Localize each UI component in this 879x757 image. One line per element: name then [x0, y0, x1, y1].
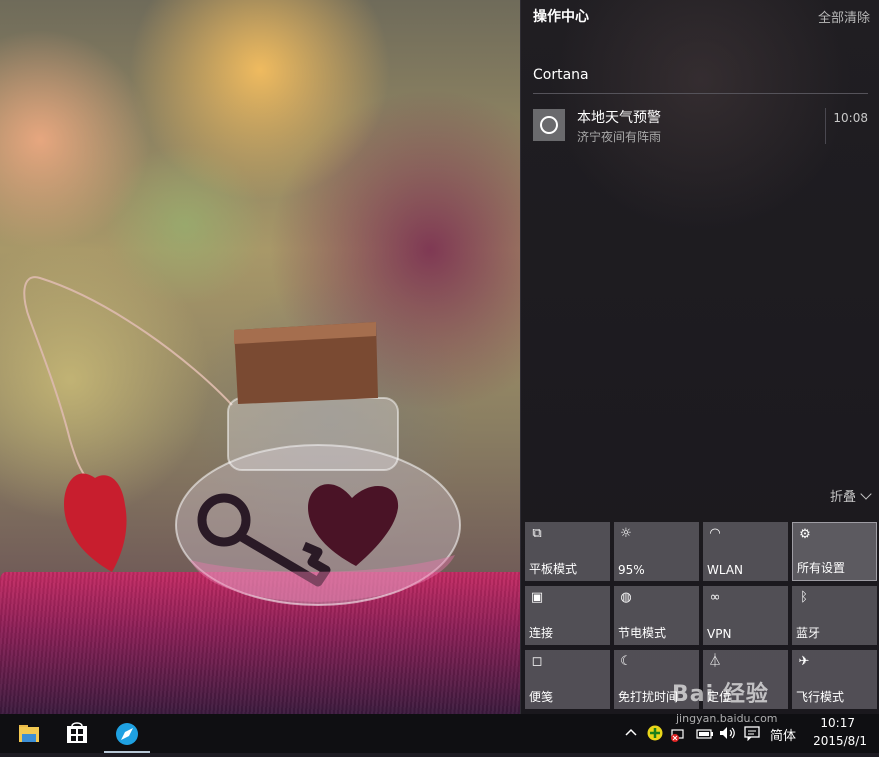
battery-saver-icon: ◍	[620, 590, 632, 605]
quick-action-label: 便笺	[529, 690, 554, 704]
quick-action-label: 连接	[529, 626, 554, 640]
notification-separator	[825, 108, 826, 144]
quick-action-label: 免打扰时间	[618, 690, 679, 704]
chevron-up-icon[interactable]	[624, 726, 638, 736]
file-explorer-icon	[19, 725, 39, 742]
quick-action-tile[interactable]: ✈ 飞行模式	[792, 650, 877, 709]
notification-title: 本地天气预警	[577, 110, 661, 126]
connect-icon: ▣	[530, 590, 544, 605]
airplane-icon: ✈	[798, 654, 810, 669]
quick-action-tile[interactable]: ☼ 95%	[614, 522, 699, 581]
quick-action-tile[interactable]: ☾ 免打扰时间	[614, 650, 699, 709]
quick-action-label: 平板模式	[529, 562, 578, 576]
quick-action-label: 蓝牙	[796, 626, 821, 640]
taskbar: 简体 10:17 2015/8/1	[0, 714, 879, 753]
notification-item[interactable]: 本地天气预警 济宁夜间有阵雨 10:08	[533, 106, 868, 146]
clock-time: 10:17	[820, 716, 855, 730]
notification-group-title[interactable]: Cortana	[533, 67, 589, 83]
action-center-panel: 操作中心 全部清除 Cortana 本地天气预警 济宁夜间有阵雨 10:08 折…	[520, 0, 879, 714]
group-divider	[533, 93, 868, 94]
browser-button[interactable]	[104, 714, 150, 753]
store-icon	[67, 722, 87, 743]
quick-action-tile[interactable]: ◻ 便笺	[525, 650, 610, 709]
wallpaper-jar-scene	[23, 276, 461, 606]
quick-action-tile[interactable]: ◠ WLAN	[703, 522, 788, 581]
ime-language-indicator[interactable]: 简体	[770, 725, 796, 744]
notification-time: 10:08	[833, 111, 868, 125]
volume-icon[interactable]	[719, 726, 737, 743]
quick-action-label: 95%	[618, 563, 645, 577]
bluetooth-icon: ᛒ	[800, 590, 808, 605]
security-plus-icon[interactable]	[647, 725, 663, 744]
quick-action-label: 定位	[707, 690, 732, 704]
quick-action-label: WLAN	[707, 563, 744, 577]
location-icon: ⏃	[708, 654, 722, 669]
quick-action-tile[interactable]: ∞ VPN	[703, 586, 788, 645]
network-error-icon[interactable]	[670, 726, 686, 745]
file-explorer-button[interactable]	[6, 714, 52, 753]
action-center-header: 操作中心 全部清除	[533, 6, 870, 26]
desktop-wallpaper	[0, 0, 520, 714]
collapse-button[interactable]: 折叠	[829, 486, 872, 505]
quick-action-label: 飞行模式	[796, 690, 845, 704]
gear-icon: ⚙	[799, 527, 811, 542]
quick-action-label: 节电模式	[618, 626, 667, 640]
quick-action-label: 所有设置	[797, 561, 846, 575]
notification-body: 济宁夜间有阵雨	[577, 130, 662, 144]
quick-action-tile[interactable]: ⏃ 定位	[703, 650, 788, 709]
quick-action-tile[interactable]: ▣ 连接	[525, 586, 610, 645]
clock-date: 2015/8/1	[813, 734, 867, 748]
clear-all-button[interactable]: 全部清除	[818, 7, 870, 26]
brightness-icon: ☼	[620, 526, 632, 541]
action-center-tray-icon[interactable]	[744, 725, 760, 744]
browser-icon	[116, 723, 138, 745]
wifi-icon: ◠	[709, 526, 721, 541]
collapse-label: 折叠	[829, 490, 856, 505]
vpn-icon: ∞	[709, 590, 721, 605]
chevron-down-icon	[860, 488, 872, 500]
action-center-title: 操作中心	[533, 9, 589, 25]
note-icon: ◻	[531, 654, 543, 669]
battery-icon[interactable]	[696, 726, 714, 743]
quick-action-tile[interactable]: ᛒ 蓝牙	[792, 586, 877, 645]
quick-action-tile[interactable]: ⚙ 所有设置	[792, 522, 877, 581]
cortana-circle-icon	[533, 109, 565, 141]
quick-action-label: VPN	[707, 627, 732, 641]
moon-icon: ☾	[620, 654, 632, 669]
tablet-mode-icon: ⧉	[532, 526, 542, 541]
quick-action-tile[interactable]: ⧉ 平板模式	[525, 522, 610, 581]
quick-action-tile[interactable]: ◍ 节电模式	[614, 586, 699, 645]
store-button[interactable]	[54, 714, 100, 753]
quick-actions-grid: ⧉ 平板模式 ☼ 95% ◠ WLAN ⚙ 所有设置 ▣ 连接 ◍ 节电模式 ∞ VPN ᛒ 蓝牙 ◻ 便笺 ☾ 免打…	[525, 522, 877, 709]
